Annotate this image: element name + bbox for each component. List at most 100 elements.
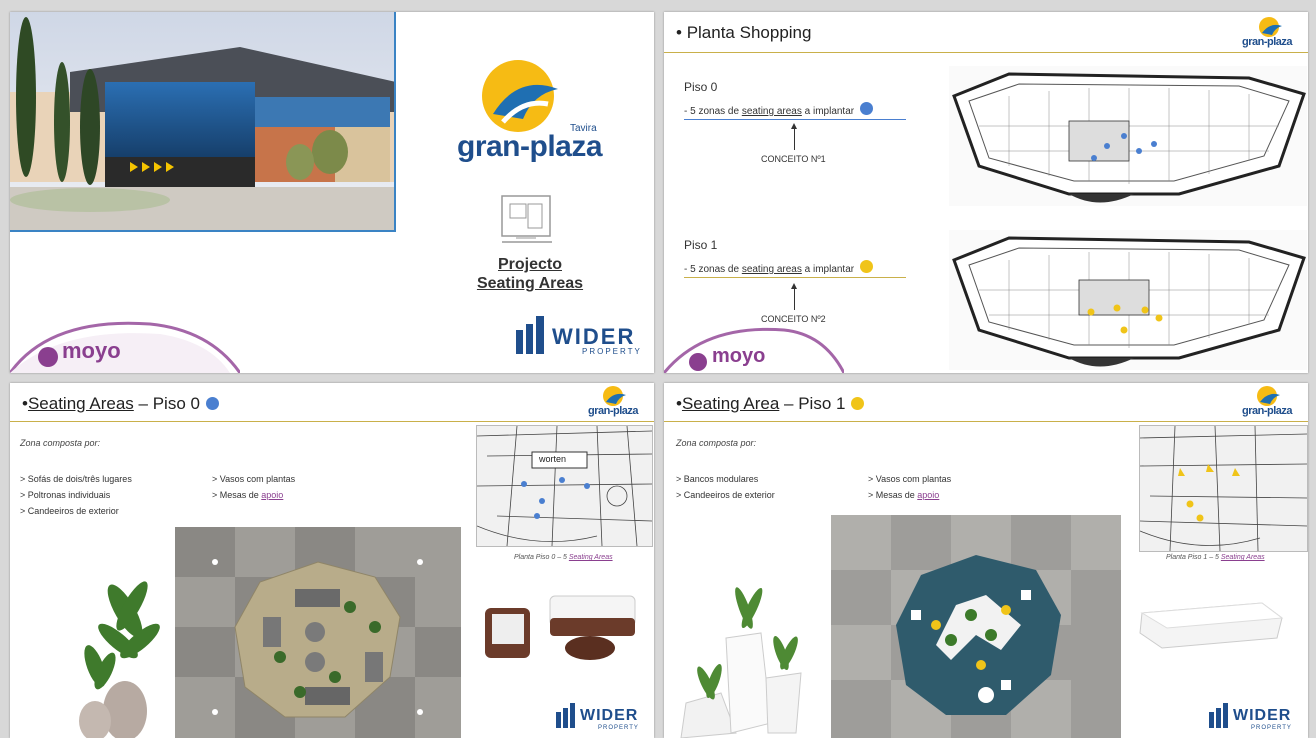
photo-border <box>394 12 396 232</box>
list-item: > Candeeiros de exterior <box>20 506 119 516</box>
left-items: > Sofás de dois/três lugares > Poltronas… <box>20 471 132 519</box>
slide-seating-area-piso-1[interactable]: •Seating Area – Piso 1 gran-plaza Zona c… <box>664 383 1308 738</box>
mini-map-drawing <box>476 425 653 547</box>
list-item: > Poltronas individuais <box>20 490 111 500</box>
wider-sub: PROPERTY <box>598 725 639 731</box>
right-items: > Vasos com plantas > Mesas de apoio <box>868 471 951 503</box>
arrow-up-icon <box>791 283 797 310</box>
mini-map-drawing <box>1139 425 1308 552</box>
wider-logo: WIDER PROPERTY <box>516 314 646 364</box>
wider-sub: PROPERTY <box>1251 725 1292 731</box>
slide-title-link[interactable]: Seating Areas <box>28 394 134 413</box>
floor1-plan-image <box>949 230 1307 370</box>
list-item: > Vasos com plantas <box>868 474 952 484</box>
project-title-line2: Seating Areas <box>476 275 584 292</box>
mini-map-piso1 <box>1139 425 1308 552</box>
planters-image <box>680 587 802 738</box>
floor0-desc-link[interactable]: seating areas <box>742 106 802 117</box>
wider-name: WIDER <box>1233 707 1292 724</box>
map-caption-prefix: Planta Piso 1 – 5 <box>1166 554 1221 561</box>
slide-cover[interactable]: gran-plaza Tavira Projecto Seating Areas… <box>10 12 654 373</box>
floor1-underline <box>684 277 906 278</box>
floor1-desc: - 5 zonas de seating areas a implantar <box>684 260 874 275</box>
moyo-logo: moyo <box>62 338 121 363</box>
floor0-desc: - 5 zonas de seating areas a implantar <box>684 102 874 117</box>
gran-plaza-small-logo: gran-plaza <box>1242 385 1300 419</box>
gran-plaza-small-logo: gran-plaza <box>1242 16 1302 50</box>
map-caption-link[interactable]: Seating Areas <box>569 554 613 561</box>
slide-planta-shopping[interactable]: • Planta Shopping gran-plaza Piso 0 - 5 … <box>664 12 1308 373</box>
blue-dot <box>860 102 874 115</box>
slide-title-suffix: – Piso 1 <box>779 394 846 413</box>
apoio-link[interactable]: apoio <box>261 490 283 500</box>
map-caption-link[interactable]: Seating Areas <box>1221 554 1265 561</box>
list-item: > Bancos modulares <box>676 474 759 484</box>
list-item: > Mesas de apoio <box>212 487 295 503</box>
moyo-swoosh <box>10 321 240 373</box>
list-item: > Vasos com plantas <box>212 474 296 484</box>
sun-icon <box>1257 386 1280 406</box>
slide-header: • Planta Shopping <box>664 12 1308 53</box>
wider-logo: WIDER PROPERTY <box>1209 701 1305 737</box>
yellow-dot <box>860 260 874 273</box>
seating-area-render-piso1 <box>831 515 1121 738</box>
yellow-dot <box>851 397 865 410</box>
map-caption-prefix: Planta Piso 0 – 5 <box>514 554 569 561</box>
arrow-up-icon <box>791 123 797 150</box>
slide-header: •Seating Areas – Piso 0 <box>10 383 654 422</box>
worten-label: worten <box>539 454 567 464</box>
wider-sub: PROPERTY <box>582 347 642 356</box>
brand-name: gran-plaza <box>588 405 639 417</box>
floor0-desc-suffix: a implantar <box>801 106 855 117</box>
right-items: > Vasos com plantas > Mesas de apoio <box>212 471 295 503</box>
modular-bench-image <box>1139 602 1284 649</box>
floor0-underline <box>684 119 906 120</box>
wider-icon <box>516 316 544 354</box>
brand-name: gran-plaza <box>457 130 603 163</box>
map-caption: Planta Piso 0 – 5 Seating Areas <box>514 554 613 561</box>
wider-icon <box>1209 703 1228 728</box>
building-photo <box>10 12 396 232</box>
floor0-plan-image <box>949 66 1307 206</box>
slide-title-text: Planta Shopping <box>686 23 812 42</box>
floor1-desc-prefix: - 5 zonas de <box>684 264 742 275</box>
slide-title-link[interactable]: Seating Area <box>682 394 779 413</box>
gran-plaza-logo: gran-plaza Tavira <box>445 54 615 169</box>
brand-name: gran-plaza <box>1242 405 1293 417</box>
list-item-text: > Mesas de <box>212 490 262 500</box>
project-title-line1: Projecto <box>497 256 562 273</box>
slide-title: • Planta Shopping <box>676 23 812 42</box>
floor1-desc-suffix: a implantar <box>801 264 855 275</box>
list-item: > Candeeiros de exterior <box>676 490 775 500</box>
slide-title: •Seating Area – Piso 1 <box>676 394 865 414</box>
list-item-text: > Mesas de <box>868 490 918 500</box>
mini-map-piso0: worten <box>476 425 653 547</box>
potted-plant-image <box>79 581 160 738</box>
apoio-link[interactable]: apoio <box>917 490 939 500</box>
slide-title-suffix: – Piso 0 <box>133 394 200 413</box>
brand-location: Tavira <box>570 123 597 134</box>
slide-header: •Seating Area – Piso 1 <box>664 383 1308 422</box>
outdoor-furniture-image <box>485 595 636 660</box>
wider-icon <box>556 703 575 728</box>
slide-title: •Seating Areas – Piso 0 <box>22 394 219 414</box>
slide-seating-areas-piso-0[interactable]: •Seating Areas – Piso 0 gran-plaza Zona … <box>10 383 654 738</box>
floor0-label: Piso 0 <box>684 80 718 94</box>
zone-heading: Zona composta por: <box>20 438 101 448</box>
brand-name: gran-plaza <box>1242 36 1293 48</box>
map-caption: Planta Piso 1 – 5 Seating Areas <box>1166 554 1265 561</box>
blue-dot <box>205 397 219 410</box>
left-items: > Bancos modulares > Candeeiros de exter… <box>676 471 775 503</box>
floor1-desc-link[interactable]: seating areas <box>742 264 802 275</box>
sun-icon <box>1259 17 1282 37</box>
floor0-concept: CONCEITO Nº1 <box>761 154 826 164</box>
floor1-label: Piso 1 <box>684 238 718 252</box>
blueprint-icon <box>501 195 552 243</box>
wider-name: WIDER <box>580 707 639 724</box>
sun-icon <box>603 386 626 406</box>
list-item: > Mesas de apoio <box>868 487 951 503</box>
wider-logo: WIDER PROPERTY <box>556 701 652 737</box>
list-item: > Sofás de dois/três lugares <box>20 474 132 484</box>
moyo-logo: moyo <box>712 345 766 367</box>
photo-border-bottom <box>10 230 396 232</box>
